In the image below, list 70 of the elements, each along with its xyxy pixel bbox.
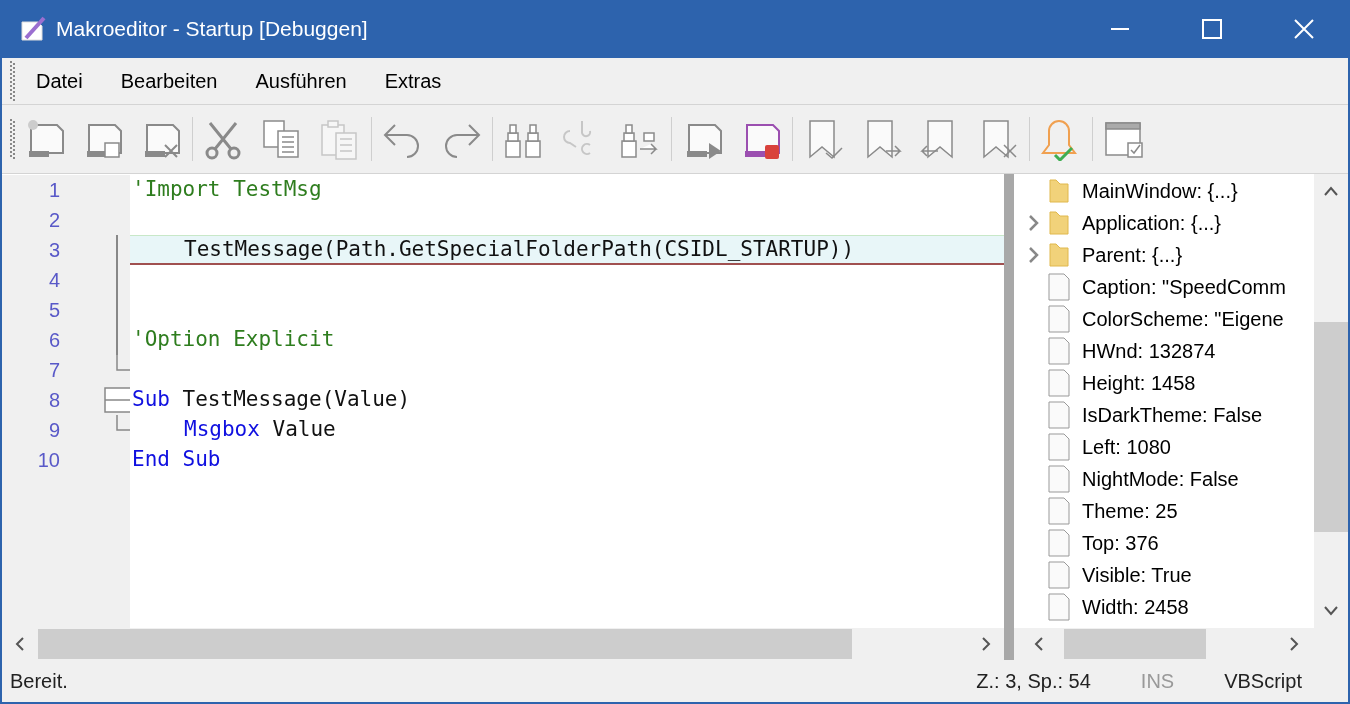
grip-icon	[10, 119, 16, 159]
menu-item[interactable]: Bearbeiten	[102, 66, 236, 96]
scroll-down-icon[interactable]	[1324, 606, 1338, 616]
scroll-up-icon[interactable]	[1324, 186, 1338, 196]
folder-icon	[1048, 178, 1070, 204]
file-icon	[1048, 433, 1070, 461]
fold-collapse-icon[interactable]	[104, 387, 130, 413]
tree-item[interactable]: Left: 1080	[1082, 432, 1171, 462]
expand-chevron-icon[interactable]	[1027, 214, 1039, 232]
line-number: 5	[48, 298, 60, 323]
menu-item[interactable]: Ausführen	[237, 66, 365, 96]
line-number: 10	[37, 448, 60, 473]
menu-item[interactable]: Extras	[366, 66, 460, 96]
tree-item[interactable]: Application: {...}	[1082, 208, 1221, 238]
line-number: 7	[48, 358, 60, 383]
tree-item[interactable]: Parent: {...}	[1082, 240, 1183, 270]
scroll-left-icon[interactable]	[15, 637, 25, 651]
tree-item[interactable]: Width: 2458	[1082, 592, 1189, 622]
tree-item[interactable]: IsDarkTheme: False	[1082, 400, 1263, 430]
folder-icon	[1048, 242, 1070, 268]
file-icon	[1048, 337, 1070, 365]
scroll-left-icon[interactable]	[1034, 637, 1044, 651]
code-line: Sub TestMessage(Value)	[132, 386, 411, 414]
tree-item[interactable]: HWnd: 132874	[1082, 336, 1216, 366]
code-line: 'Option Explicit	[132, 326, 335, 354]
line-number: 2	[48, 208, 60, 233]
tree-item[interactable]: Theme: 25	[1082, 496, 1178, 526]
line-number: 6	[48, 328, 60, 353]
file-icon	[1048, 497, 1070, 525]
tree-item[interactable]: NightMode: False	[1082, 464, 1239, 494]
fold-end-line	[116, 355, 130, 371]
line-number: 1	[48, 178, 60, 203]
file-icon	[1048, 561, 1070, 589]
line-number: 4	[48, 268, 60, 293]
tree-item[interactable]: Height: 1458	[1082, 368, 1196, 398]
file-icon	[1048, 529, 1070, 557]
tree-item[interactable]: ColorScheme: "Eigene	[1082, 304, 1284, 334]
fold-end-line	[116, 415, 130, 431]
close-icon	[1294, 19, 1314, 39]
file-icon	[1048, 305, 1070, 333]
scroll-right-icon[interactable]	[1289, 637, 1299, 651]
file-icon	[1048, 465, 1070, 493]
code-line: Msgbox Value	[183, 416, 336, 444]
grip-icon	[10, 61, 16, 101]
app-icon	[18, 14, 48, 44]
tree-item[interactable]: Top: 376	[1082, 528, 1159, 558]
code-line: 'Import TestMsg	[132, 176, 322, 204]
expand-chevron-icon[interactable]	[1027, 246, 1039, 264]
file-icon	[1048, 593, 1070, 621]
menu-item[interactable]: Datei	[18, 66, 101, 96]
folder-icon	[1048, 210, 1070, 236]
language-label: VBScript	[1224, 669, 1302, 694]
minimize-icon	[1111, 28, 1129, 30]
scroll-right-icon[interactable]	[981, 637, 991, 651]
maximize-icon	[1202, 19, 1222, 39]
insert-mode-indicator: INS	[1140, 669, 1175, 694]
line-number: 3	[48, 238, 60, 263]
code-line: TestMessage(Path.GetSpecialFolderPath(CSIDL_STARTUP))	[183, 235, 855, 263]
tree-item[interactable]: Caption: "SpeedComm	[1082, 272, 1286, 302]
tree-item[interactable]: Visible: True	[1082, 560, 1192, 590]
file-icon	[1048, 401, 1070, 429]
cursor-position: Z.: 3, Sp.: 54	[976, 669, 1091, 694]
line-number: 9	[48, 418, 60, 443]
file-icon	[1048, 369, 1070, 397]
window-title: Makroeditor - Startup [Debuggen]	[56, 16, 368, 43]
status-message: Bereit.	[10, 669, 68, 694]
file-icon	[1048, 273, 1070, 301]
tree-item[interactable]: MainWindow: {...}	[1082, 176, 1238, 206]
code-line: End Sub	[132, 446, 221, 474]
line-number: 8	[48, 388, 60, 413]
